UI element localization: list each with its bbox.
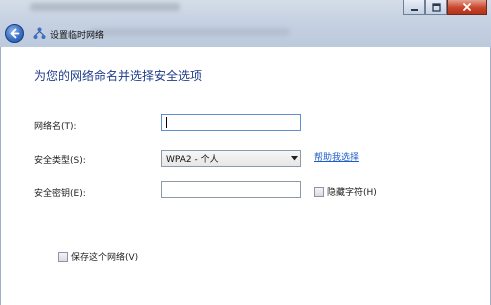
maximize-button[interactable] (425, 0, 447, 15)
save-network-checkbox[interactable] (58, 251, 68, 262)
wizard-content: 为您的网络命名并选择安全选项 网络名(T): 安全类型(S): WPA2 - 个… (0, 47, 491, 305)
security-type-select[interactable]: WPA2 - 个人 (161, 150, 301, 167)
network-name-input[interactable] (161, 114, 301, 131)
minimize-button[interactable] (403, 0, 425, 15)
network-icon (33, 27, 46, 39)
hide-characters-option[interactable]: 隐藏字符(H) (314, 185, 377, 198)
back-button[interactable] (5, 24, 24, 43)
chevron-down-icon (288, 156, 300, 161)
page-heading: 为您的网络命名并选择安全选项 (34, 69, 203, 83)
blurred-background-text (90, 28, 290, 36)
close-button[interactable] (447, 0, 487, 15)
help-me-choose-link[interactable]: 帮助我选择 (314, 150, 359, 163)
save-network-label: 保存这个网络(V) (71, 253, 139, 263)
security-key-label: 安全密钥(E): (34, 189, 86, 199)
title-bar: 设置临时网络 (0, 0, 491, 47)
minimize-icon (410, 8, 418, 11)
network-name-label: 网络名(T): (34, 122, 77, 132)
window-title: 设置临时网络 (50, 31, 105, 41)
back-arrow-icon (10, 28, 20, 39)
save-network-option[interactable]: 保存这个网络(V) (58, 250, 138, 263)
window-controls (403, 0, 487, 16)
security-type-label: 安全类型(S): (34, 156, 86, 166)
security-type-value: WPA2 - 个人 (166, 155, 219, 165)
maximize-icon (431, 2, 441, 12)
security-key-input[interactable] (161, 181, 301, 198)
close-icon (463, 3, 471, 11)
text-caret (166, 117, 167, 128)
hide-characters-label: 隐藏字符(H) (327, 188, 377, 198)
blurred-background-text (30, 3, 180, 11)
hide-characters-checkbox[interactable] (314, 186, 324, 197)
